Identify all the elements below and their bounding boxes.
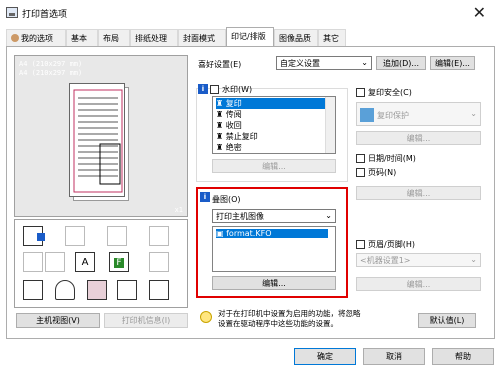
watermark-list[interactable]: ♜ 复印 ♜ 传阅 ♜ 收回 ♜ 禁止复印 ♜ 绝密: [212, 96, 336, 154]
header-footer-label: 页眉/页脚(H): [368, 240, 415, 249]
tab-stamp-composition[interactable]: 印记/排版: [226, 27, 274, 47]
stamp-icon: ♜: [216, 143, 226, 152]
chevron-down-icon: ⌄: [470, 255, 477, 264]
header-footer-checkbox[interactable]: [356, 240, 365, 249]
duplex-icon[interactable]: [23, 252, 43, 272]
watermark-scrollbar[interactable]: [325, 97, 335, 153]
stamp-icon: ♜: [216, 132, 226, 141]
help-button[interactable]: 帮助: [432, 348, 494, 365]
tab-layout[interactable]: 布局: [98, 29, 130, 46]
tab-image-quality[interactable]: 图像品质: [274, 29, 318, 46]
copy-security-edit-button[interactable]: 编辑...: [356, 131, 481, 145]
tab-finishing[interactable]: 排纸处理: [130, 29, 178, 46]
title-bar: 打印首选项 ✕: [0, 0, 500, 28]
chevron-down-icon: ⌄: [325, 211, 332, 220]
page-number-checkbox[interactable]: [356, 168, 365, 177]
printer-icon[interactable]: [117, 280, 137, 300]
output-paper-size: A4 (210x297 mm): [19, 60, 83, 68]
security-person-icon[interactable]: [87, 280, 107, 300]
copy-protect-icon: [360, 108, 374, 122]
cancel-button[interactable]: 取消: [363, 348, 425, 365]
ok-button[interactable]: 确定: [294, 348, 356, 365]
stamp-a-icon[interactable]: A: [75, 252, 95, 272]
punch-icon[interactable]: [107, 226, 127, 246]
window-title: 打印首选项: [22, 10, 68, 20]
overlay-file-item[interactable]: ▣ format.KFO: [216, 229, 328, 238]
stamp-icon: ♜: [216, 110, 226, 119]
tab-cover[interactable]: 封面模式: [178, 29, 226, 46]
edit-favorite-button[interactable]: 编辑(E)...: [430, 56, 475, 70]
copy-security-checkbox[interactable]: [356, 88, 365, 97]
watermark-item[interactable]: ♜ 绝密: [216, 142, 242, 153]
datetime-edit-button[interactable]: 编辑...: [356, 186, 481, 200]
watermark-item[interactable]: ♜ 复印: [216, 98, 328, 109]
printer-info-button[interactable]: 打印机信息(I): [104, 313, 188, 328]
default-button[interactable]: 默认值(L): [418, 313, 476, 328]
notice-text-line2: 设置在驱动程序中这些功能的设置。: [218, 319, 338, 328]
page-number-label: 页码(N): [368, 168, 397, 177]
overlay-icon[interactable]: [149, 252, 169, 272]
tab-my-options[interactable]: 我的选项: [6, 29, 66, 46]
printer-app-icon: [6, 7, 18, 18]
preview-paper: [69, 83, 125, 197]
favorites-select[interactable]: 自定义设置 ⌄: [276, 56, 372, 70]
info-icon: i: [200, 192, 210, 202]
chevron-down-icon: ⌄: [470, 109, 477, 118]
lightbulb-icon: [200, 311, 214, 327]
original-paper-size: A4 (210x297 mm): [19, 69, 83, 77]
copy-security-select[interactable]: 复印保护 ⌄: [356, 102, 481, 126]
lock-icon[interactable]: [149, 280, 169, 300]
form-f-icon[interactable]: F: [109, 252, 129, 272]
copy-security-label: 复印安全(C): [368, 88, 412, 97]
datetime-label: 日期/时间(M): [368, 154, 416, 163]
watermark-checkbox[interactable]: [210, 85, 219, 94]
tab-other[interactable]: 其它: [318, 29, 346, 46]
preview-scale: x1: [174, 206, 183, 214]
stamp-icon: ♜: [216, 99, 226, 108]
add-favorite-button[interactable]: 追加(D)...: [376, 56, 426, 70]
stamp-icon: ♜: [216, 121, 226, 130]
datetime-checkbox[interactable]: [356, 154, 365, 163]
info-icon: i: [198, 84, 208, 94]
combine-icon[interactable]: [45, 252, 65, 272]
tab-basic[interactable]: 基本: [66, 29, 98, 46]
host-view-button[interactable]: 主机视图(V): [16, 313, 100, 328]
person-icon[interactable]: [55, 280, 75, 300]
header-footer-select[interactable]: <机器设置1> ⌄: [356, 253, 481, 267]
chevron-down-icon: ⌄: [361, 58, 368, 67]
overlay-label: 叠图(O): [212, 195, 241, 204]
watermark-label: 水印(W): [222, 85, 253, 94]
watermark-item[interactable]: ♜ 收回: [216, 120, 242, 131]
user-icon: [11, 34, 19, 42]
overlay-file-list[interactable]: ▣ format.KFO: [212, 226, 336, 272]
close-icon[interactable]: ✕: [473, 3, 486, 22]
watermark-edit-button[interactable]: 编辑...: [212, 159, 336, 173]
overlay-select[interactable]: 打印主机图像 ⌄: [212, 209, 336, 223]
function-icon-grid: A F: [14, 219, 188, 308]
watermark-item[interactable]: ♜ 禁止复印: [216, 131, 258, 142]
header-footer-edit-button[interactable]: 编辑...: [356, 277, 481, 291]
booklet-icon[interactable]: [23, 226, 45, 246]
watermark-item[interactable]: ♜ 传阅: [216, 109, 242, 120]
fold-icon[interactable]: [149, 226, 169, 246]
staple-icon[interactable]: [65, 226, 85, 246]
overlay-edit-button[interactable]: 编辑...: [212, 276, 336, 290]
page-content-lines: [73, 89, 123, 193]
file-icon: ▣: [216, 229, 227, 238]
page-icon[interactable]: [23, 280, 43, 300]
favorites-label: 喜好设置(E): [198, 60, 242, 69]
